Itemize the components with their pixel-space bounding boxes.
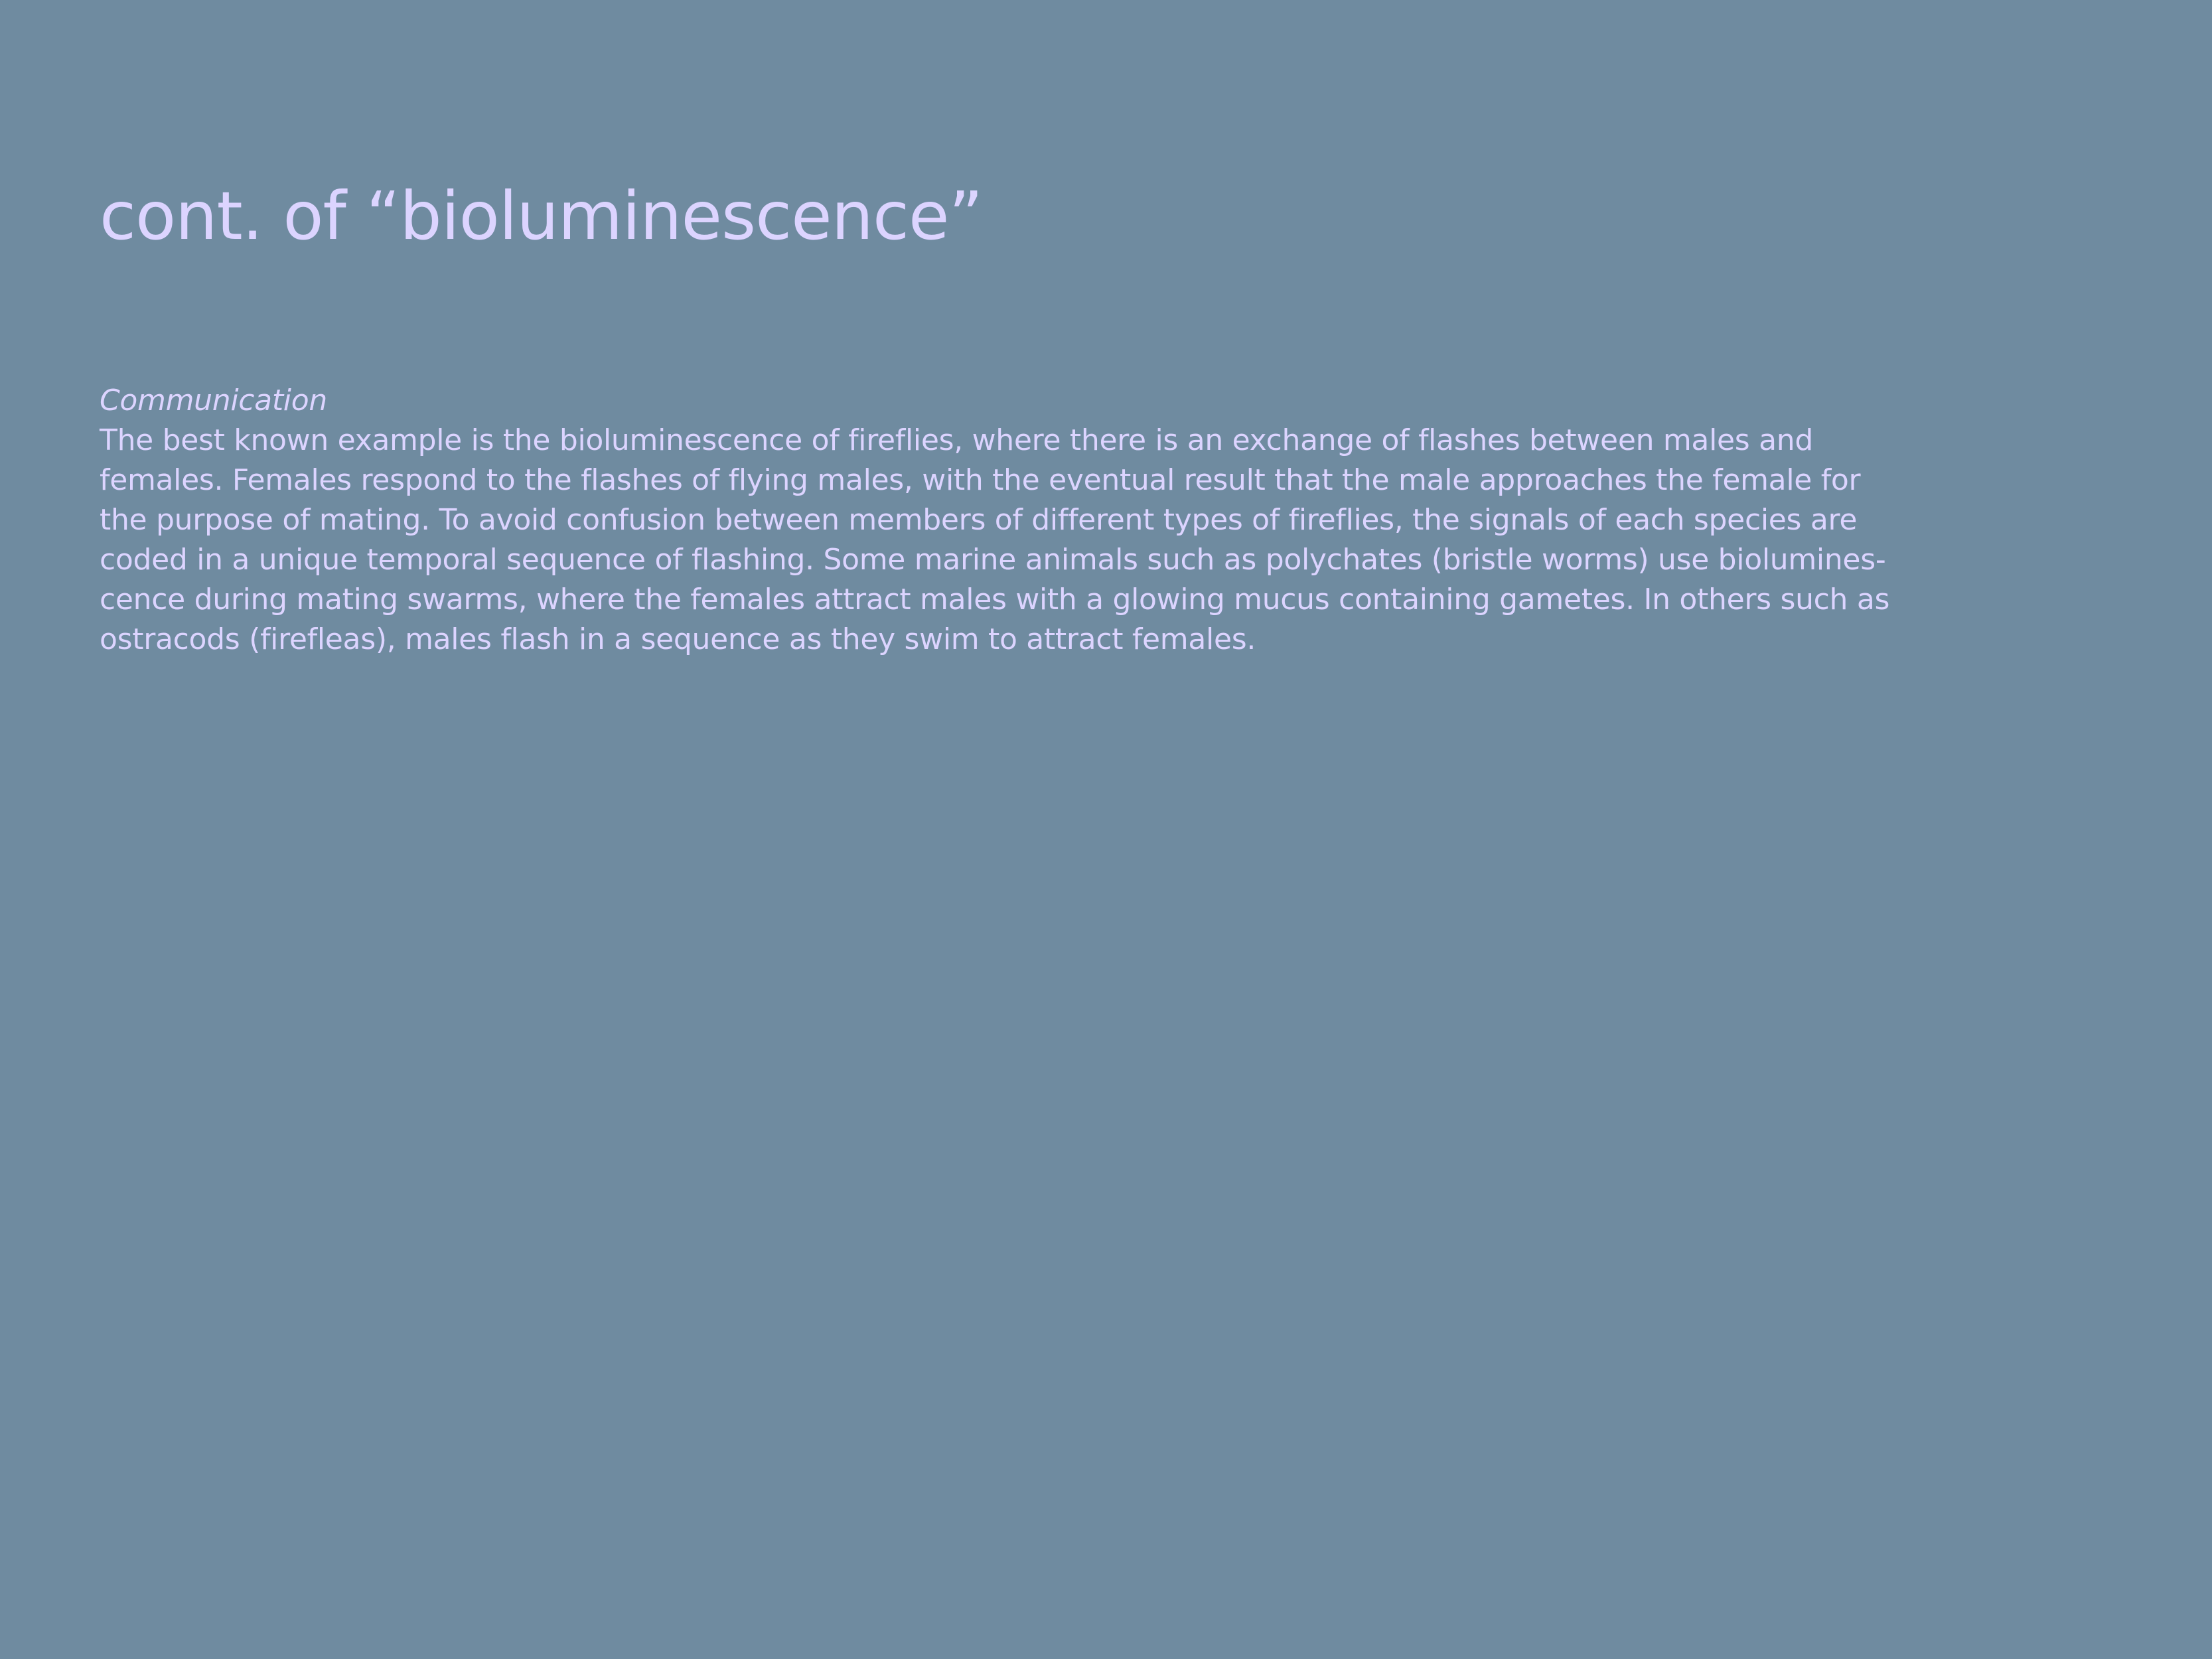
body-line: The best known example is the biolumines… bbox=[100, 423, 1813, 457]
section-body: The best known example is the biolumines… bbox=[100, 421, 1891, 660]
body-line: females. Females respond to the flashes … bbox=[100, 463, 1861, 497]
communication-section: Communication The best known example is … bbox=[100, 381, 1891, 660]
section-heading: Communication bbox=[100, 384, 327, 417]
body-line: ostracods (firefleas), males flash in a … bbox=[100, 622, 1256, 656]
body-line: the purpose of mating. To avoid confusio… bbox=[100, 503, 1858, 537]
slide: cont. of “bioluminescence” Communication… bbox=[0, 0, 2212, 1659]
slide-title: cont. of “bioluminescence” bbox=[100, 177, 983, 255]
body-line: cence during mating swarms, where the fe… bbox=[100, 583, 1890, 616]
body-line: coded in a unique temporal sequence of f… bbox=[100, 543, 1886, 577]
